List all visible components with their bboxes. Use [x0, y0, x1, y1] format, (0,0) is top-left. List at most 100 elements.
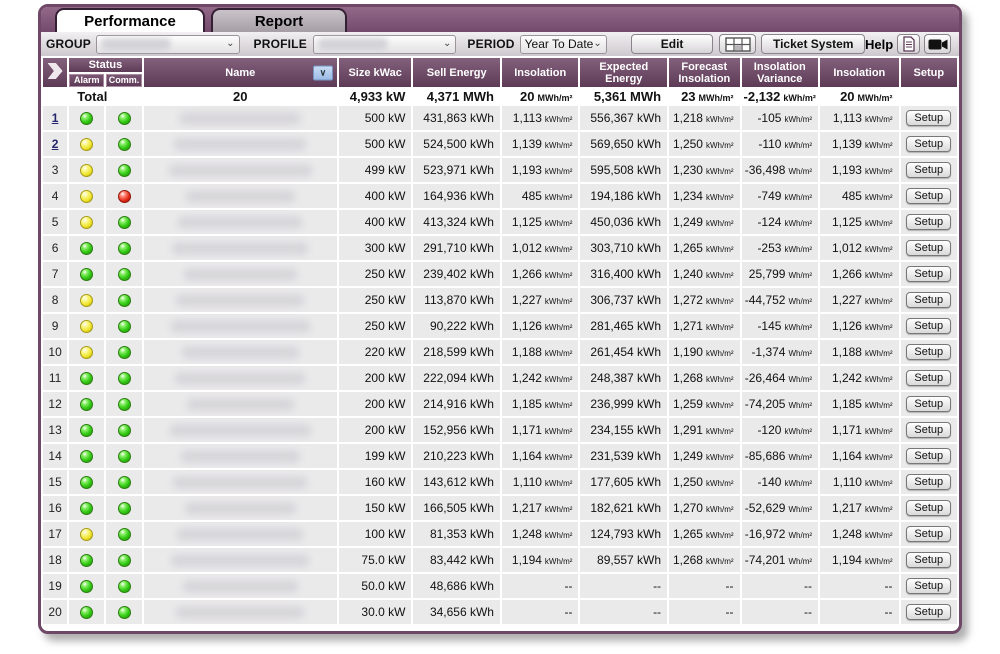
row-number-link[interactable]: 3 — [52, 163, 59, 177]
site-name-cell — [144, 158, 337, 182]
row-number-link[interactable]: 8 — [52, 293, 59, 307]
insolation-variance-cell: -145kWh/m² — [742, 314, 819, 338]
insolation2-cell: 1,171kWh/m² — [820, 418, 899, 442]
setup-button[interactable]: Setup — [906, 474, 951, 490]
comm-status-cell — [106, 314, 141, 338]
expand-column-header[interactable] — [43, 58, 67, 87]
comm-led-icon — [118, 164, 131, 177]
setup-button[interactable]: Setup — [906, 266, 951, 282]
ticket-system-button[interactable]: Ticket System — [761, 34, 865, 54]
row-number-link[interactable]: 10 — [48, 345, 61, 359]
insolation2-cell: 1,227kWh/m² — [820, 288, 899, 312]
alarm-led-icon — [80, 554, 93, 567]
setup-cell: Setup — [901, 548, 957, 572]
table-row: 20 30.0 kW 34,656 kWh -- -- -- -- -- Set… — [43, 600, 957, 624]
group-select[interactable]: ⌄ — [96, 35, 240, 54]
setup-button[interactable]: Setup — [906, 110, 951, 126]
row-number-link[interactable]: 17 — [48, 527, 61, 541]
setup-button[interactable]: Setup — [906, 292, 951, 308]
row-number-cell: 19 — [43, 574, 67, 598]
setup-button[interactable]: Setup — [906, 396, 951, 412]
period-label: PERIOD — [467, 37, 514, 51]
comm-led-icon — [118, 268, 131, 281]
row-number-link[interactable]: 12 — [48, 397, 61, 411]
forecast-insolation-cell: 1,230kWh/m² — [669, 158, 739, 182]
setup-button[interactable]: Setup — [906, 214, 951, 230]
setup-cell: Setup — [901, 574, 957, 598]
edit-button[interactable]: Edit — [631, 34, 714, 54]
setup-button[interactable]: Setup — [906, 604, 951, 620]
setup-button[interactable]: Setup — [906, 578, 951, 594]
expected-energy-cell: 248,387 kWh — [580, 366, 667, 390]
grid-view-button[interactable] — [719, 34, 756, 54]
site-name-cell — [144, 106, 337, 130]
help-document-button[interactable] — [897, 34, 920, 54]
row-number-link[interactable]: 11 — [49, 371, 61, 385]
insolation-variance-cell: -120kWh/m² — [742, 418, 819, 442]
expected-energy-cell: 182,621 kWh — [580, 496, 667, 520]
alarm-status-cell — [69, 548, 104, 572]
setup-button[interactable]: Setup — [906, 162, 951, 178]
comm-status-cell — [106, 184, 141, 208]
setup-button[interactable]: Setup — [906, 188, 951, 204]
comm-led-icon — [118, 242, 131, 255]
setup-button[interactable]: Setup — [906, 344, 951, 360]
setup-button[interactable]: Setup — [906, 318, 951, 334]
video-tutorial-button[interactable] — [924, 34, 951, 54]
sell-energy-cell: 143,612 kWh — [413, 470, 500, 494]
row-number-link[interactable]: 6 — [52, 241, 59, 255]
comm-led-icon — [118, 580, 131, 593]
period-select[interactable]: Year To Date ⌄ — [520, 35, 607, 54]
row-number-link[interactable]: 19 — [48, 579, 61, 593]
table-row: 11 200 kW 222,094 kWh 1,242kWh/m² 248,38… — [43, 366, 957, 390]
alarm-led-icon — [80, 502, 93, 515]
tab-report[interactable]: Report — [211, 8, 347, 32]
total-sell-energy: 4,371 MWh — [413, 89, 500, 104]
row-number-link[interactable]: 18 — [48, 553, 61, 567]
setup-button[interactable]: Setup — [906, 448, 951, 464]
row-number-link[interactable]: 20 — [48, 605, 61, 619]
setup-button[interactable]: Setup — [906, 552, 951, 568]
row-number-cell: 8 — [43, 288, 67, 312]
setup-button[interactable]: Setup — [906, 422, 951, 438]
sell-energy-cell: 413,324 kWh — [413, 210, 500, 234]
name-filter-button[interactable]: ∨ — [313, 65, 333, 80]
comm-status-cell — [106, 392, 141, 416]
blurred-site-name — [180, 450, 301, 463]
row-number-link[interactable]: 4 — [52, 189, 59, 203]
row-number-link[interactable]: 16 — [48, 501, 61, 515]
setup-button[interactable]: Setup — [906, 136, 951, 152]
setup-button[interactable]: Setup — [906, 240, 951, 256]
table-row: 19 50.0 kW 48,686 kWh -- -- -- -- -- Set… — [43, 574, 957, 598]
row-number-link[interactable]: 1 — [52, 111, 59, 125]
row-number-cell: 9 — [43, 314, 67, 338]
row-number-link[interactable]: 13 — [48, 423, 61, 437]
comm-led-icon — [118, 502, 131, 515]
site-name-cell — [144, 210, 337, 234]
sell-energy-cell: 222,094 kWh — [413, 366, 500, 390]
insolation2-column-header: Insolation — [820, 58, 899, 87]
row-number-cell: 18 — [43, 548, 67, 572]
toolbar: GROUP ⌄ PROFILE ⌄ PERIOD Year To Date ⌄ … — [41, 32, 959, 57]
tab-performance[interactable]: Performance — [55, 8, 205, 32]
row-number-link[interactable]: 5 — [52, 215, 59, 229]
alarm-status-cell — [69, 574, 104, 598]
setup-button[interactable]: Setup — [906, 526, 951, 542]
row-number-link[interactable]: 14 — [48, 449, 61, 463]
insolation-variance-cell: -110kWh/m² — [742, 132, 819, 156]
alarm-status-cell — [69, 288, 104, 312]
alarm-status-cell — [69, 522, 104, 546]
setup-cell: Setup — [901, 262, 957, 286]
setup-button[interactable]: Setup — [906, 500, 951, 516]
total-insolation2: 20MWh/m² — [820, 89, 899, 104]
row-number-link[interactable]: 7 — [52, 267, 59, 281]
chevron-down-icon: ⌄ — [443, 39, 451, 49]
table-row: 15 160 kW 143,612 kWh 1,110kWh/m² 177,60… — [43, 470, 957, 494]
size-cell: 199 kW — [339, 444, 411, 468]
row-number-link[interactable]: 2 — [52, 137, 59, 151]
profile-select[interactable]: ⌄ — [313, 35, 457, 54]
setup-button[interactable]: Setup — [906, 370, 951, 386]
row-number-link[interactable]: 15 — [48, 475, 61, 489]
row-number-link[interactable]: 9 — [52, 319, 59, 333]
setup-cell: Setup — [901, 444, 957, 468]
